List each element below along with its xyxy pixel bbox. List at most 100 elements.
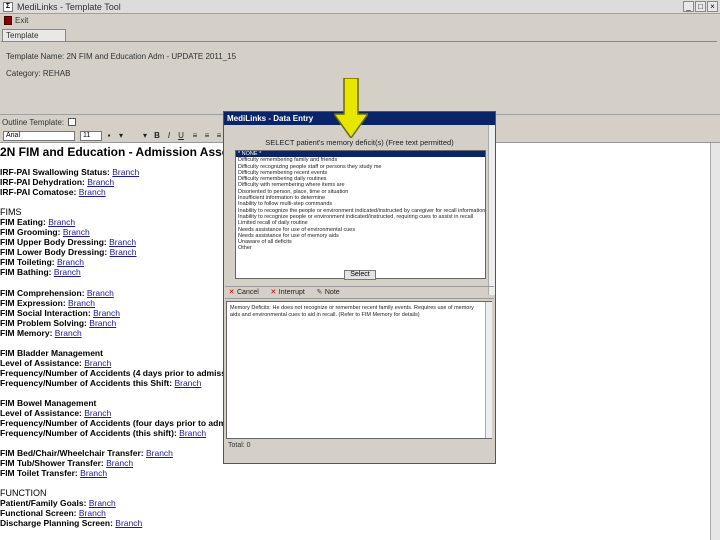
branch-link[interactable]: Branch: [54, 267, 81, 277]
document-line: Level of Assistance: Branch: [0, 358, 111, 368]
exit-menu-item[interactable]: Exit: [15, 16, 28, 25]
italic-button[interactable]: I: [164, 131, 174, 141]
branch-link[interactable]: Branch: [89, 318, 116, 328]
underline-button[interactable]: U: [176, 131, 186, 141]
branch-link[interactable]: Branch: [84, 408, 111, 418]
line-label: FUNCTION: [0, 488, 47, 498]
outline-template-checkbox[interactable]: [68, 118, 77, 126]
exit-door-icon[interactable]: [4, 16, 12, 25]
branch-link[interactable]: Branch: [79, 187, 106, 197]
line-label: FIM Grooming:: [0, 227, 61, 237]
option-list[interactable]: * NONE * Difficulty remembering family an…: [235, 150, 486, 279]
line-label: Frequency/Number of Accidents (4 days pr…: [0, 368, 245, 378]
branch-link[interactable]: Branch: [84, 358, 111, 368]
branch-link[interactable]: Branch: [79, 508, 106, 518]
align-left-button[interactable]: ≡: [190, 131, 200, 141]
document-line: Patient/Family Goals: Branch: [0, 498, 116, 508]
branch-link[interactable]: Branch: [93, 308, 120, 318]
line-label: FIM Upper Body Dressing:: [0, 237, 107, 247]
branch-link[interactable]: Branch: [115, 518, 142, 528]
document-line: FIM Tub/Shower Transfer: Branch: [0, 458, 133, 468]
maximize-button[interactable]: □: [695, 1, 706, 12]
interrupt-button[interactable]: ✕ Interrupt: [267, 289, 305, 296]
branch-link[interactable]: Branch: [80, 468, 107, 478]
line-label: FIM Eating:: [0, 217, 46, 227]
cancel-button[interactable]: ✕ Cancel: [225, 289, 259, 296]
cancel-x-icon: ✕: [228, 289, 235, 296]
line-label: FIM Bathing:: [0, 267, 52, 277]
branch-link[interactable]: Branch: [87, 177, 114, 187]
line-label: FIM Problem Solving:: [0, 318, 87, 328]
document-line: Functional Screen: Branch: [0, 508, 106, 518]
align-dropdown[interactable]: ▾: [140, 131, 150, 141]
branch-link[interactable]: Branch: [87, 288, 114, 298]
document-line: FIM Bowel Management: [0, 398, 96, 408]
branch-link[interactable]: Branch: [146, 448, 173, 458]
document-line: FIMS: [0, 207, 22, 217]
down-arrow-icon: [334, 78, 368, 138]
window-controls: _ □ ×: [683, 1, 718, 12]
select-button[interactable]: Select: [344, 270, 376, 280]
bold-button[interactable]: B: [152, 131, 162, 141]
dialog-status: Total: 0: [228, 442, 251, 449]
document-line: FIM Toilet Transfer: Branch: [0, 468, 107, 478]
document-line: Frequency/Number of Accidents this Shift…: [0, 378, 201, 388]
line-label: Frequency/Number of Accidents (this shif…: [0, 428, 177, 438]
note-label: Note: [324, 289, 340, 296]
dialog-scrollbar[interactable]: [488, 125, 495, 295]
align-center-button[interactable]: ≡: [202, 131, 212, 141]
note-button[interactable]: ✎ Note: [313, 289, 340, 296]
document-line: FIM Bladder Management: [0, 348, 103, 358]
note-textarea[interactable]: Memory Deficits: He does not recognize o…: [226, 301, 492, 439]
option-item[interactable]: Other: [236, 245, 485, 251]
line-label: Level of Assistance:: [0, 408, 82, 418]
branch-link[interactable]: Branch: [89, 498, 116, 508]
document-line: FIM Upper Body Dressing: Branch: [0, 237, 136, 247]
branch-link[interactable]: Branch: [112, 167, 139, 177]
document-line: IRF-PAI Comatose: Branch: [0, 187, 106, 197]
document-line: FIM Memory: Branch: [0, 328, 82, 338]
branch-link[interactable]: Branch: [63, 227, 90, 237]
app-logo-icon: Σ: [3, 1, 13, 12]
branch-link[interactable]: Branch: [110, 247, 137, 257]
line-label: FIM Comprehension:: [0, 288, 85, 298]
document-line: FIM Toileting: Branch: [0, 257, 84, 267]
document-line: FIM Eating: Branch: [0, 217, 75, 227]
branch-link[interactable]: Branch: [68, 298, 95, 308]
branch-link[interactable]: Branch: [55, 328, 82, 338]
close-button[interactable]: ×: [707, 1, 718, 12]
document-line: FIM Problem Solving: Branch: [0, 318, 116, 328]
minimize-button[interactable]: _: [683, 1, 694, 12]
main-titlebar: Σ MediLinks - Template Tool _ □ ×: [0, 0, 720, 14]
interrupt-x-icon: ✕: [270, 289, 277, 296]
line-label: FIM Memory:: [0, 328, 53, 338]
branch-link[interactable]: Branch: [179, 428, 206, 438]
document-line: FIM Social Interaction: Branch: [0, 308, 120, 318]
document-line: FIM Expression: Branch: [0, 298, 95, 308]
line-label: Frequency/Number of Accidents this Shift…: [0, 378, 173, 388]
color-button[interactable]: ▪: [104, 131, 114, 141]
color-dropdown[interactable]: ▾: [116, 131, 126, 141]
line-label: FIM Bladder Management: [0, 348, 103, 358]
interrupt-label: Interrupt: [278, 289, 305, 296]
font-size-select[interactable]: 11: [80, 131, 102, 141]
line-label: FIM Tub/Shower Transfer:: [0, 458, 104, 468]
line-label: FIMS: [0, 207, 22, 217]
branch-link[interactable]: Branch: [109, 237, 136, 247]
line-label: Patient/Family Goals:: [0, 498, 87, 508]
branch-link[interactable]: Branch: [106, 458, 133, 468]
document-line: Frequency/Number of Accidents (4 days pr…: [0, 368, 244, 378]
font-select[interactable]: Arial: [3, 131, 75, 141]
branch-link[interactable]: Branch: [48, 217, 75, 227]
branch-link[interactable]: Branch: [57, 257, 84, 267]
line-label: Discharge Planning Screen:: [0, 518, 113, 528]
document-line: Discharge Planning Screen: Branch: [0, 518, 142, 528]
editor-scrollbar[interactable]: [710, 143, 720, 540]
line-label: FIM Bed/Chair/Wheelchair Transfer:: [0, 448, 144, 458]
line-label: Functional Screen:: [0, 508, 77, 518]
note-scrollbar[interactable]: [485, 302, 492, 438]
branch-link[interactable]: Branch: [174, 378, 201, 388]
document-line: IRF-PAI Swallowing Status: Branch: [0, 167, 139, 177]
line-label: IRF-PAI Comatose:: [0, 187, 77, 197]
line-label: FIM Bowel Management: [0, 398, 97, 408]
